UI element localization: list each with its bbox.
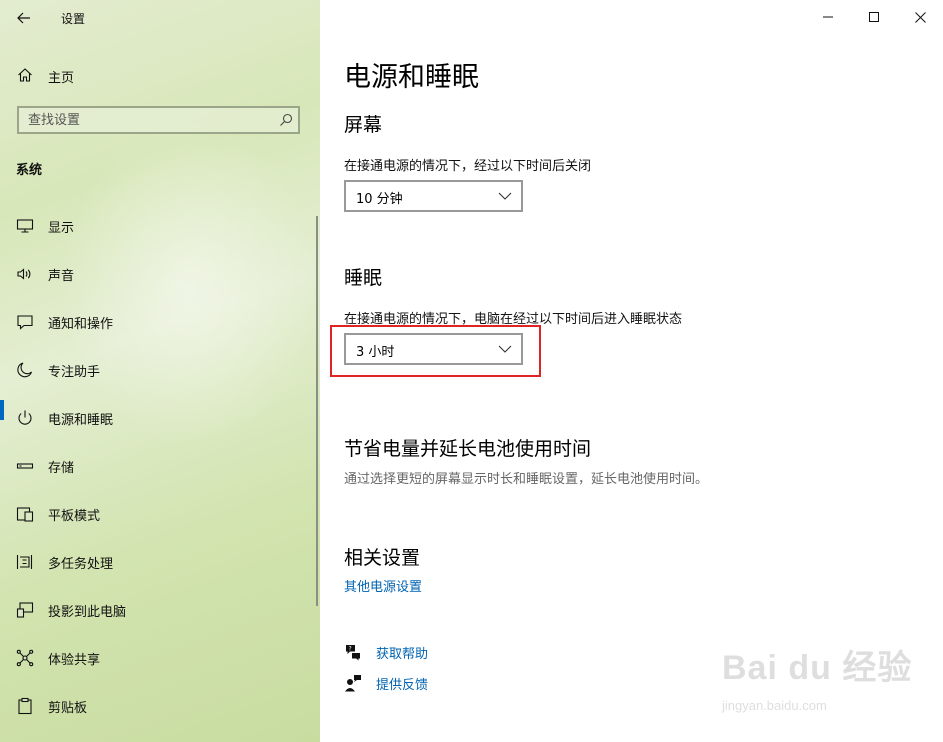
sidebar-item-label: 投影到此电脑: [48, 605, 127, 620]
storage-icon: [16, 463, 34, 469]
multitask-icon: [16, 555, 33, 569]
power-icon: [18, 410, 32, 425]
sidebar-item-label: 平板模式: [48, 509, 101, 524]
give-feedback-label: 提供反馈: [376, 678, 429, 693]
dropdown-value: 10 分钟: [356, 192, 403, 207]
svg-text:?: ?: [349, 645, 352, 652]
screen-heading: 屏幕: [344, 114, 383, 136]
sidebar-item-label: 声音: [48, 269, 75, 284]
sidebar-item-focus-assist[interactable]: 专注助手: [0, 352, 320, 400]
main-content: 电源和睡眠 屏幕 在接通电源的情况下，经过以下时间后关闭 10 分钟 睡眠 在接…: [330, 0, 924, 742]
section-label: 系统: [16, 163, 43, 178]
sidebar-item-label: 主页: [48, 71, 75, 86]
sidebar-item-power-sleep[interactable]: 电源和睡眠: [0, 400, 320, 448]
back-arrow-icon: [17, 12, 30, 24]
additional-power-settings-link[interactable]: 其他电源设置: [344, 576, 422, 595]
sidebar-item-clipboard[interactable]: 剪贴板: [0, 688, 320, 736]
screen-description: 在接通电源的情况下，经过以下时间后关闭: [344, 159, 592, 174]
sidebar-item-multitasking[interactable]: 多任务处理: [0, 544, 320, 592]
screen-timeout-dropdown[interactable]: 10 分钟: [344, 180, 523, 212]
clipboard-icon: [18, 697, 32, 715]
sidebar-item-storage[interactable]: 存储: [0, 448, 320, 496]
tablet-icon: [16, 507, 34, 522]
speaker-icon: [17, 268, 31, 280]
sidebar-item-label: 专注助手: [48, 365, 101, 380]
sidebar-item-shared-experiences[interactable]: 体验共享: [0, 640, 320, 688]
sidebar: 设置 主页 系统 显示 声音: [0, 0, 320, 742]
project-icon: [16, 602, 34, 618]
moon-icon: [17, 362, 33, 378]
sidebar-item-label: 存储: [48, 461, 75, 476]
notification-icon: [17, 315, 33, 330]
sidebar-item-label: 显示: [48, 221, 75, 236]
window-title: 设置: [61, 12, 86, 26]
monitor-icon: [16, 219, 34, 233]
sidebar-item-tablet-mode[interactable]: 平板模式: [0, 496, 320, 544]
sleep-timeout-dropdown[interactable]: 3 小时: [344, 333, 523, 365]
sidebar-item-label: 通知和操作: [48, 317, 114, 332]
watermark-url: jingyan.baidu.com: [722, 698, 827, 713]
battery-heading: 节省电量并延长电池使用时间: [344, 438, 592, 460]
sidebar-item-label: 电源和睡眠: [48, 413, 114, 428]
give-feedback-link[interactable]: 提供反馈: [344, 672, 644, 694]
sidebar-item-label: 体验共享: [48, 653, 101, 668]
dropdown-value: 3 小时: [356, 345, 395, 360]
sidebar-scrollbar[interactable]: [316, 216, 318, 606]
get-help-link[interactable]: ? 获取帮助: [344, 641, 644, 663]
share-icon: [16, 649, 34, 667]
watermark-text: Bai du 经验: [722, 649, 913, 687]
sidebar-item-sound[interactable]: 声音: [0, 256, 320, 304]
back-button[interactable]: [6, 4, 42, 32]
chevron-down-icon: [498, 192, 512, 200]
search-icon[interactable]: [279, 113, 293, 127]
sidebar-item-display[interactable]: 显示: [0, 208, 320, 256]
sidebar-item-home[interactable]: 主页: [0, 60, 320, 90]
search-box[interactable]: [17, 106, 300, 134]
sleep-heading: 睡眠: [344, 267, 383, 289]
related-settings-heading: 相关设置: [344, 547, 421, 569]
battery-description: 通过选择更短的屏幕显示时长和睡眠设置，延长电池使用时间。: [344, 472, 709, 487]
get-help-label: 获取帮助: [376, 647, 429, 662]
sidebar-nav: 显示 声音 通知和操作 专注助手 电源和睡眠 存储 平板模式 多任务处理 投影到…: [0, 208, 320, 736]
page-title: 电源和睡眠: [344, 62, 479, 93]
feedback-person-icon: [345, 675, 361, 692]
help-chat-icon: ?: [346, 645, 360, 661]
search-input[interactable]: [19, 108, 270, 132]
sidebar-item-project[interactable]: 投影到此电脑: [0, 592, 320, 640]
sidebar-item-notifications[interactable]: 通知和操作: [0, 304, 320, 352]
chevron-down-icon: [498, 345, 512, 353]
sidebar-item-label: 多任务处理: [48, 557, 114, 572]
sidebar-item-label: 剪贴板: [48, 701, 88, 716]
home-icon: [18, 68, 32, 82]
baidu-jingyan-watermark: Bai du 经验 jingyan.baidu.com: [722, 640, 922, 720]
